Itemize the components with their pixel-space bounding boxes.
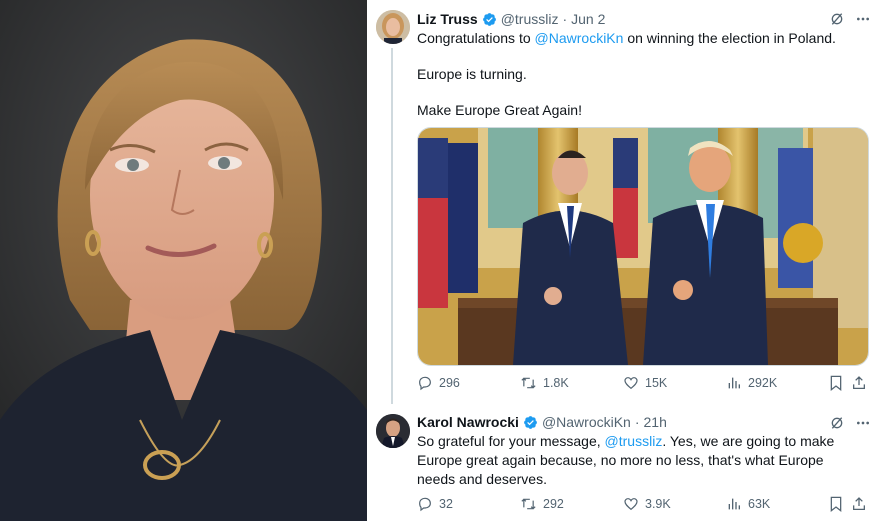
like-button[interactable]: 15K: [623, 375, 726, 391]
bookmark-button[interactable]: [829, 375, 851, 391]
tweet-date[interactable]: Jun 2: [571, 11, 605, 27]
text-segment: on winning the election in Poland.: [623, 30, 836, 46]
author-handle[interactable]: @NawrockiKn: [542, 414, 631, 430]
tweet-feed: Liz Truss @trussliz · Jun 2 Congratulati…: [367, 0, 878, 521]
views-icon: [728, 498, 740, 510]
like-icon: [624, 377, 638, 390]
repost-icon: [521, 498, 536, 510]
repost-icon: [521, 377, 536, 389]
avatar[interactable]: [376, 414, 410, 448]
bookmark-icon: [830, 375, 842, 391]
mention-link[interactable]: @trussliz: [605, 433, 663, 449]
like-count: 3.9K: [645, 497, 671, 511]
reply-button[interactable]: 296: [417, 375, 520, 391]
separator: ·: [562, 11, 568, 27]
reply-button[interactable]: 32: [417, 496, 520, 512]
tweet-actions: 296 1.8K 15K 292K: [417, 375, 872, 391]
portrait-photo: [0, 0, 367, 521]
reply-icon: [419, 497, 431, 512]
verified-badge-icon: [524, 415, 537, 429]
tweet-date[interactable]: 21h: [644, 414, 667, 430]
repost-button[interactable]: 292: [520, 496, 623, 512]
author-handle[interactable]: @trussliz: [501, 11, 559, 27]
tweet-karol-nawrocki[interactable]: Karol Nawrocki @NawrockiKn · 21h So grat…: [367, 405, 878, 521]
grok-icon[interactable]: [829, 415, 845, 431]
verified-badge-icon: [482, 12, 496, 26]
share-button[interactable]: [851, 496, 867, 512]
grok-icon[interactable]: [829, 11, 845, 27]
tweet-media-image[interactable]: [417, 127, 869, 366]
avatar[interactable]: [376, 10, 410, 44]
text-segment: Congratulations to: [417, 30, 535, 46]
tweet-text: Congratulations to @NawrockiKn on winnin…: [417, 29, 867, 120]
text-segment: So grateful for your message,: [417, 433, 605, 449]
reply-icon: [419, 376, 431, 391]
text-line: Europe is turning.: [417, 66, 527, 82]
text-line: Make Europe Great Again!: [417, 102, 582, 118]
views-button[interactable]: 292K: [726, 375, 829, 391]
views-count: 63K: [748, 497, 771, 511]
views-button[interactable]: 63K: [726, 496, 829, 512]
share-button[interactable]: [851, 375, 867, 391]
reply-count: 32: [439, 497, 453, 511]
repost-count: 292: [543, 497, 564, 511]
thread-line: [391, 48, 393, 404]
repost-count: 1.8K: [543, 376, 569, 390]
like-icon: [624, 498, 638, 511]
share-icon: [853, 376, 865, 389]
separator: ·: [634, 414, 640, 430]
bookmark-icon: [830, 496, 842, 512]
tweet-text: So grateful for your message, @trussliz.…: [417, 432, 857, 489]
reply-count: 296: [439, 376, 460, 390]
more-icon[interactable]: [855, 11, 871, 27]
tweet-actions: 32 292 3.9K 63K: [417, 496, 872, 512]
bookmark-button[interactable]: [829, 496, 851, 512]
like-button[interactable]: 3.9K: [623, 496, 726, 512]
like-count: 15K: [645, 376, 668, 390]
author-name[interactable]: Karol Nawrocki: [417, 414, 519, 430]
repost-button[interactable]: 1.8K: [520, 375, 623, 391]
mention-link[interactable]: @NawrockiKn: [535, 30, 624, 46]
more-icon[interactable]: [855, 415, 871, 431]
views-icon: [728, 377, 740, 389]
share-icon: [853, 497, 865, 510]
author-name[interactable]: Liz Truss: [417, 11, 478, 27]
tweet-liz-truss[interactable]: Liz Truss @trussliz · Jun 2 Congratulati…: [367, 0, 878, 404]
views-count: 292K: [748, 376, 778, 390]
